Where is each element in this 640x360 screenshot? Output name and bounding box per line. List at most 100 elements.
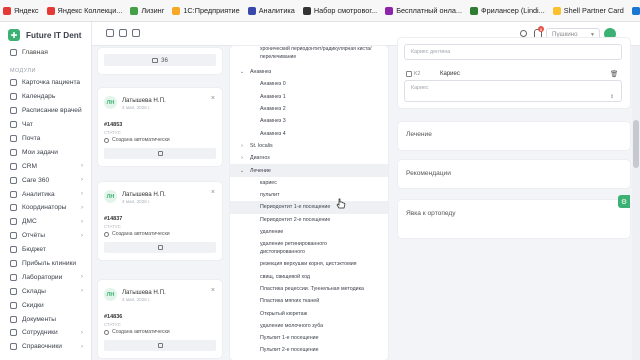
patient-name[interactable]: Латышева Н.П. — [122, 191, 166, 198]
card-action-button[interactable] — [104, 242, 216, 253]
tree-row-label: резекция верхушки корня, цистэктомия — [260, 261, 357, 268]
nav-icon — [10, 176, 17, 184]
sidebar-item[interactable]: Лаборатории › — [0, 270, 91, 284]
tree-row[interactable]: Анамнез 2 — [230, 103, 388, 115]
close-icon[interactable]: × — [211, 287, 215, 294]
tree-row[interactable]: Пластика рецессии. Туннельная методика — [230, 283, 388, 295]
nav-home[interactable]: Главная — [0, 46, 91, 59]
tree-row[interactable]: Открытый кюретаж — [230, 307, 388, 319]
tree-row[interactable]: удаление молочного зуба — [230, 320, 388, 332]
tasks-icon[interactable] — [132, 29, 140, 37]
bookmark-item[interactable]: Фрилансер (Lindi... — [470, 6, 545, 15]
chevron-right-icon: › — [81, 343, 83, 350]
diagnosis-text-field[interactable]: Кариес дентина — [404, 44, 622, 60]
tree-row[interactable]: Анамнез 4 — [230, 128, 388, 140]
tree-row[interactable]: свищ, свищевой ход — [230, 271, 388, 283]
sidebar-item[interactable]: Справочники › — [0, 340, 91, 354]
tree-row[interactable]: Пульпит несформированных зубов — [230, 357, 388, 360]
tree-row[interactable]: Периодонтит 2-е посещение — [230, 214, 388, 226]
scroll-thumb[interactable] — [633, 120, 639, 168]
tree-row[interactable]: Пульпит 1-е посещение — [230, 332, 388, 344]
sidebar-item[interactable]: Аналитика › — [0, 187, 91, 201]
bookmark-item[interactable]: Shell Partner Card — [552, 6, 624, 15]
bookmark-label: Бесплатный онла... — [396, 6, 463, 15]
chat-icon[interactable] — [119, 29, 127, 37]
tree-row-label: свищ, свищевой ход — [260, 273, 311, 280]
sidebar-item[interactable]: Чат — [0, 118, 91, 132]
theme-toggle-icon[interactable] — [520, 30, 527, 37]
bookmark-item[interactable]: Аналитика — [247, 6, 295, 15]
sidebar-item[interactable]: ДМС › — [0, 215, 91, 229]
bookmark-item[interactable]: 1С:Предприятие — [172, 6, 240, 15]
calendar-icon[interactable] — [106, 29, 114, 37]
chevron-right-icon[interactable]: › — [238, 155, 246, 161]
tree-row[interactable]: Периодонтит 1-е посещение — [230, 201, 388, 214]
close-icon[interactable]: × — [211, 189, 215, 196]
bookmark-item[interactable]: Docdoc.ru — [631, 6, 640, 15]
patient-card[interactable]: ЛН Латышева Н.П. 4 мая, 2026 г. × #14837 СТАТ… — [98, 182, 222, 260]
sidebar-item[interactable]: Почта — [0, 132, 91, 146]
chevron-right-icon: › — [81, 288, 83, 295]
bookmark-item[interactable]: Бесплатный онла... — [385, 6, 462, 15]
tree-top-text[interactable]: хронический периодонтит/радикулярная кис… — [260, 46, 388, 61]
orthopedist-panel[interactable]: Явка к ортопеду — [398, 200, 630, 238]
tree-row[interactable]: Пластика мягких тканей — [230, 295, 388, 307]
treatment-panel[interactable]: Лечение — [398, 122, 630, 150]
nav-icon — [10, 135, 17, 142]
tree-row-label: Пульпит 1-е посещение — [260, 335, 319, 342]
sidebar-item[interactable]: Care 360 › — [0, 173, 91, 187]
bookmark-item[interactable]: Яндекс — [3, 6, 39, 15]
tree-row[interactable]: резекция верхушки корня, цистэктомия — [230, 258, 388, 270]
sidebar-item[interactable]: Календарь — [0, 90, 91, 104]
trash-icon[interactable]: 🗑 — [610, 70, 618, 78]
tree-row[interactable]: удаление — [230, 226, 388, 238]
tree-row[interactable]: Анамнез 3 — [230, 115, 388, 127]
sidebar-item[interactable]: Карточка пациента — [0, 76, 91, 90]
chevron-right-icon[interactable]: › — [238, 143, 246, 149]
tree-row[interactable]: ⌄ Анамнез — [230, 66, 388, 78]
bookmark-item[interactable]: Яндекс Коллекци... — [46, 6, 122, 15]
sidebar-item[interactable]: Мои задачи — [0, 145, 91, 159]
close-icon[interactable]: × — [211, 95, 215, 102]
tree-row[interactable]: › Диагноз — [230, 152, 388, 164]
diagnosis-checkbox[interactable] — [406, 71, 412, 77]
sidebar-item[interactable]: Бюджет — [0, 243, 91, 257]
patient-card[interactable]: ЛН Латышева Н.П. 4 мая, 2026 г. × #14853 СТАТ… — [98, 88, 222, 166]
sidebar-item[interactable]: Скидки — [0, 298, 91, 312]
tree-row[interactable]: Пульпит 2-е посещение — [230, 344, 388, 356]
sidebar-item[interactable]: Документы — [0, 312, 91, 326]
bookmark-item[interactable]: Лизинг — [130, 6, 164, 15]
patient-name[interactable]: Латышева Н.П. — [122, 97, 166, 104]
sidebar-item[interactable]: Расписание врачей — [0, 104, 91, 118]
sidebar-item[interactable]: Отчёты › — [0, 229, 91, 243]
brand[interactable]: ✚ Future IT Dent — [0, 24, 91, 46]
patient-name[interactable]: Латышева Н.П. — [122, 289, 166, 296]
resize-icon[interactable]: ⇕ — [610, 94, 614, 100]
sidebar-item[interactable]: Сотрудники › — [0, 326, 91, 340]
count-box[interactable]: 36 — [104, 54, 216, 66]
tree-row[interactable]: удаление ретинированного дистопированног… — [230, 238, 388, 258]
recommendations-panel[interactable]: Рекомендации — [398, 160, 630, 188]
tree-row[interactable]: кариес — [230, 177, 388, 189]
card-action-button[interactable] — [104, 148, 216, 159]
tree-row-label: Анамнез 0 — [260, 81, 286, 88]
bookmark-item[interactable]: Набор смотровог... — [302, 6, 377, 15]
tree-row[interactable]: Анамнез 1 — [230, 91, 388, 103]
patient-card[interactable]: ЛН Латышева Н.П. 4 мая, 2026 г. × #14836 СТАТ… — [98, 280, 222, 358]
sidebar-item[interactable]: Склады › — [0, 284, 91, 298]
tree-row[interactable]: › St. localis — [230, 140, 388, 152]
tree-row[interactable]: ⌄ Лечение — [230, 164, 388, 177]
sidebar-item[interactable]: CRM › — [0, 159, 91, 173]
chevron-right-icon: › — [81, 218, 83, 225]
sidebar-item[interactable]: Координаторы › — [0, 201, 91, 215]
chevron-down-icon[interactable]: ⌄ — [238, 69, 246, 75]
sidebar-item[interactable]: Прибыль клиники — [0, 257, 91, 271]
page-scrollbar[interactable] — [632, 46, 640, 360]
gear-icon[interactable]: ⚙ — [618, 195, 630, 208]
diagnosis-text-field-2[interactable]: Кариес — [404, 80, 622, 102]
tree-row[interactable]: Анамнез 0 — [230, 78, 388, 90]
tree-row[interactable]: пульпит — [230, 189, 388, 201]
chevron-down-icon[interactable]: ⌄ — [238, 168, 246, 174]
card-action-button[interactable] — [104, 340, 216, 351]
nav-icon — [10, 204, 17, 212]
